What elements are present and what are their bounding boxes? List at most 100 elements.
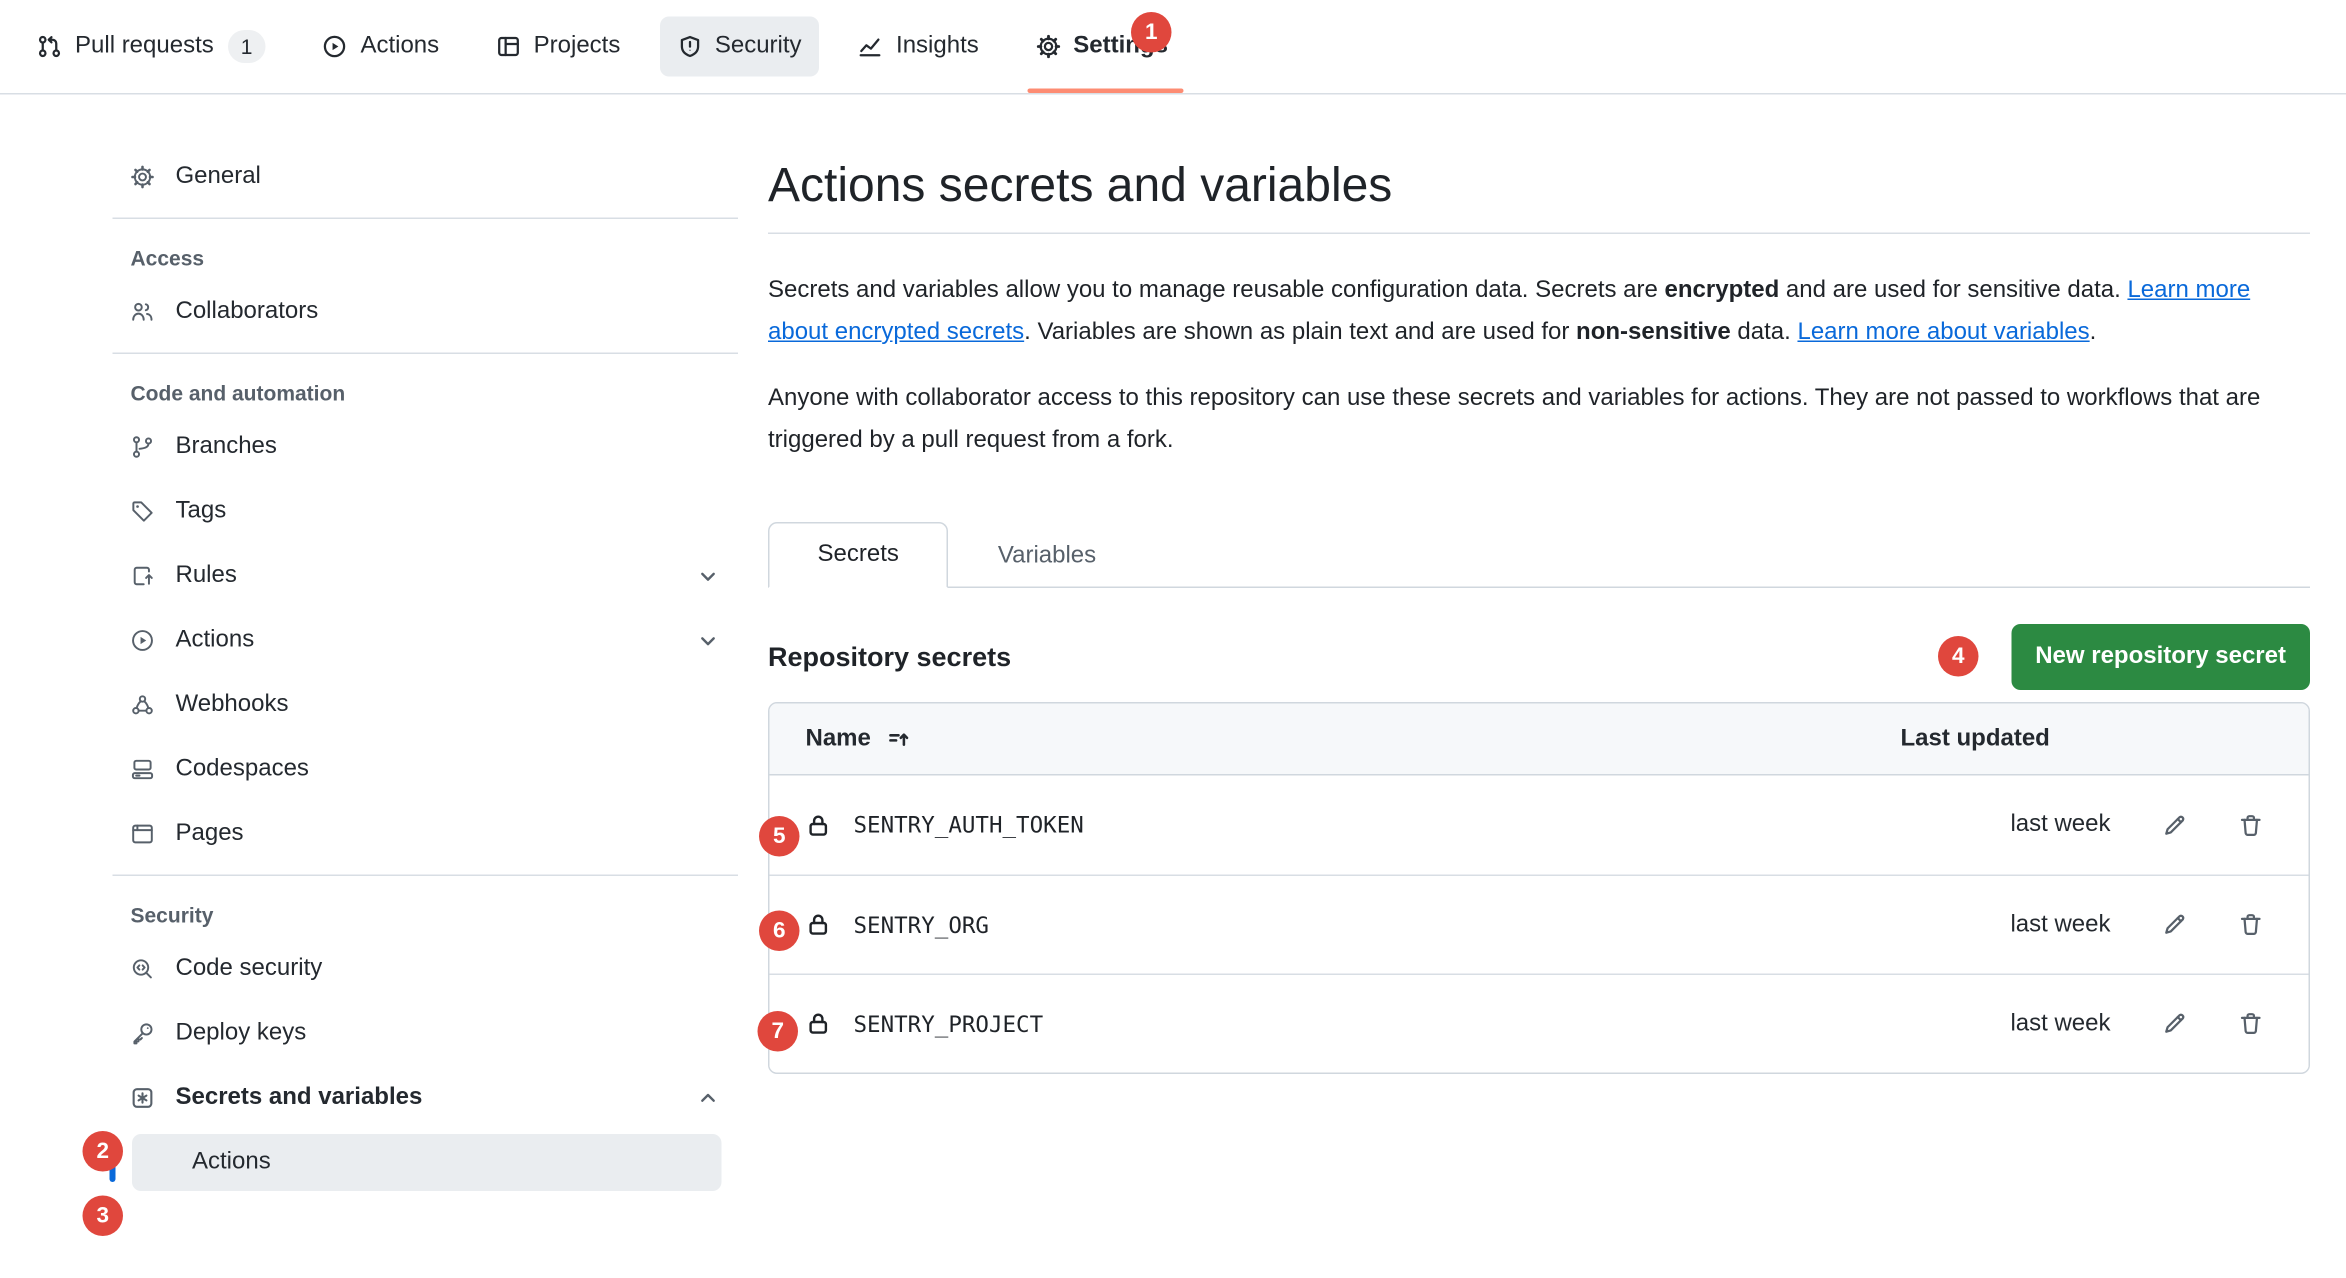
tab-pull-requests[interactable]: Pull requests 1 xyxy=(20,17,284,77)
gear-icon xyxy=(1036,35,1060,59)
chevron-down-icon[interactable] xyxy=(696,563,720,587)
intro-bold-non-sensitive: non-sensitive xyxy=(1576,320,1731,346)
sidebar-item-deploy-keys[interactable]: Deploy keys xyxy=(113,1001,739,1066)
tab-projects[interactable]: Projects xyxy=(478,17,638,77)
row-actions-cell: last week xyxy=(1901,1010,2273,1037)
codescan-icon xyxy=(131,956,155,980)
sidebar-item-tags[interactable]: Tags xyxy=(113,479,739,544)
gear-icon xyxy=(131,164,155,188)
sidebar-item-label: Deploy keys xyxy=(176,1019,307,1046)
pull-requests-counter-badge: 1 xyxy=(227,30,266,63)
sidebar-item-webhooks[interactable]: Webhooks xyxy=(113,672,739,737)
sidebar-item-secrets-and-variables[interactable]: Secrets and variables xyxy=(113,1065,739,1130)
tag-icon xyxy=(131,499,155,523)
delete-secret-button[interactable] xyxy=(2238,912,2264,938)
sidebar-item-actions[interactable]: Actions xyxy=(113,608,739,673)
tab-insights[interactable]: Insights xyxy=(841,17,997,77)
sidebar-item-label: Branches xyxy=(176,433,277,460)
tab-variables[interactable]: Variables xyxy=(948,524,1145,589)
sidebar-divider xyxy=(113,353,739,355)
edit-secret-button[interactable] xyxy=(2162,812,2188,838)
sidebar-item-rules[interactable]: Rules xyxy=(113,543,739,608)
collaborator-access-paragraph: Anyone with collaborator access to this … xyxy=(768,378,2310,462)
sidebar-item-code-security[interactable]: Code security xyxy=(113,936,739,1001)
tab-security[interactable]: Security xyxy=(659,17,819,77)
last-updated-value: last week xyxy=(2010,812,2110,839)
page-title: Actions secrets and variables xyxy=(768,155,2310,215)
delete-secret-button[interactable] xyxy=(2238,812,2264,838)
intro-text: Secrets and variables allow you to manag… xyxy=(768,278,1665,304)
webhook-icon xyxy=(131,692,155,716)
name-header-label: Name xyxy=(806,725,871,752)
rules-icon xyxy=(131,563,155,587)
sort-ascending-icon[interactable] xyxy=(886,727,910,751)
secrets-table: Name Last updated xyxy=(768,702,2310,1074)
annotation-badge-6: 6 xyxy=(759,911,800,952)
sidebar-section-access: Access xyxy=(113,228,739,279)
play-circle-icon xyxy=(131,628,155,652)
tab-actions[interactable]: Actions xyxy=(305,17,457,77)
secret-name: SENTRY_ORG xyxy=(854,911,989,938)
chevron-down-icon[interactable] xyxy=(696,628,720,652)
annotation-badge-4: 4 xyxy=(1938,636,1979,677)
annotation-badge-5: 5 xyxy=(759,816,800,857)
chevron-up-icon[interactable] xyxy=(696,1085,720,1109)
settings-active-underline xyxy=(1027,89,1183,94)
secrets-variables-tabnav: Secrets Variables xyxy=(768,522,2310,588)
table-row: SENTRY_AUTH_TOKEN last week xyxy=(770,776,2309,875)
sidebar-item-pages[interactable]: Pages xyxy=(113,801,739,866)
sidebar-item-general[interactable]: General xyxy=(113,144,739,209)
sidebar-item-label: Collaborators xyxy=(176,298,319,325)
projects-table-icon xyxy=(496,35,520,59)
link-learn-more-variables[interactable]: Learn more about variables xyxy=(1797,320,2089,346)
sidebar-item-label: Rules xyxy=(176,562,237,589)
sidebar-item-label: Code security xyxy=(176,955,323,982)
secret-name-cell: SENTRY_PROJECT xyxy=(806,1010,1901,1037)
secret-name-cell: SENTRY_ORG xyxy=(806,911,1901,938)
sidebar-item-label: Tags xyxy=(176,497,227,524)
edit-secret-button[interactable] xyxy=(2162,1011,2188,1037)
sidebar-subitem-actions-secrets[interactable]: Actions xyxy=(132,1134,722,1191)
main-content: Actions secrets and variables Secrets an… xyxy=(768,119,2310,1075)
codespaces-icon xyxy=(131,757,155,781)
sidebar-item-branches[interactable]: Branches xyxy=(113,414,739,479)
git-branch-icon xyxy=(131,434,155,458)
row-actions-cell: last week xyxy=(1901,812,2273,839)
new-repository-secret-button[interactable]: New repository secret xyxy=(2011,624,2310,690)
repository-secrets-title: Repository secrets xyxy=(768,641,1011,673)
lock-icon xyxy=(806,1011,832,1037)
last-updated-value: last week xyxy=(2010,911,2110,938)
secret-name-cell: SENTRY_AUTH_TOKEN xyxy=(806,812,1901,839)
last-updated-value: last week xyxy=(2010,1010,2110,1037)
secret-name: SENTRY_AUTH_TOKEN xyxy=(854,812,1084,839)
git-pull-request-icon xyxy=(38,35,62,59)
sidebar-item-collaborators[interactable]: Collaborators xyxy=(113,279,739,344)
repository-settings-page: Pull requests 1 Actions Projects xyxy=(0,0,2346,1278)
table-row: SENTRY_ORG last week xyxy=(770,875,2309,974)
sidebar-item-label: General xyxy=(176,163,261,190)
browser-icon xyxy=(131,821,155,845)
sidebar-item-label: Actions xyxy=(192,1149,271,1176)
intro-bold-encrypted: encrypted xyxy=(1665,278,1780,304)
secret-name: SENTRY_PROJECT xyxy=(854,1010,1044,1037)
sidebar-item-label: Pages xyxy=(176,820,244,847)
sidebar-item-codespaces[interactable]: Codespaces xyxy=(113,737,739,802)
delete-secret-button[interactable] xyxy=(2238,1011,2264,1037)
annotation-badge-1: 1 xyxy=(1131,12,1172,53)
graph-icon xyxy=(859,35,883,59)
people-icon xyxy=(131,299,155,323)
edit-secret-button[interactable] xyxy=(2162,912,2188,938)
key-icon xyxy=(131,1021,155,1045)
last-updated-column-header: Last updated xyxy=(1901,725,2273,752)
lock-icon xyxy=(806,812,832,838)
repo-tab-bar: Pull requests 1 Actions Projects xyxy=(0,0,2346,95)
tab-secrets[interactable]: Secrets xyxy=(768,522,948,588)
tab-label: Security xyxy=(715,33,802,60)
secrets-table-header: Name Last updated xyxy=(770,704,2309,776)
intro-text: . Variables are shown as plain text and … xyxy=(1024,320,1576,346)
play-circle-icon xyxy=(323,35,347,59)
annotation-badge-3: 3 xyxy=(83,1196,124,1237)
sidebar-item-label: Actions xyxy=(176,626,255,653)
name-column-header: Name xyxy=(806,725,1901,752)
sidebar-item-label: Secrets and variables xyxy=(176,1084,423,1111)
